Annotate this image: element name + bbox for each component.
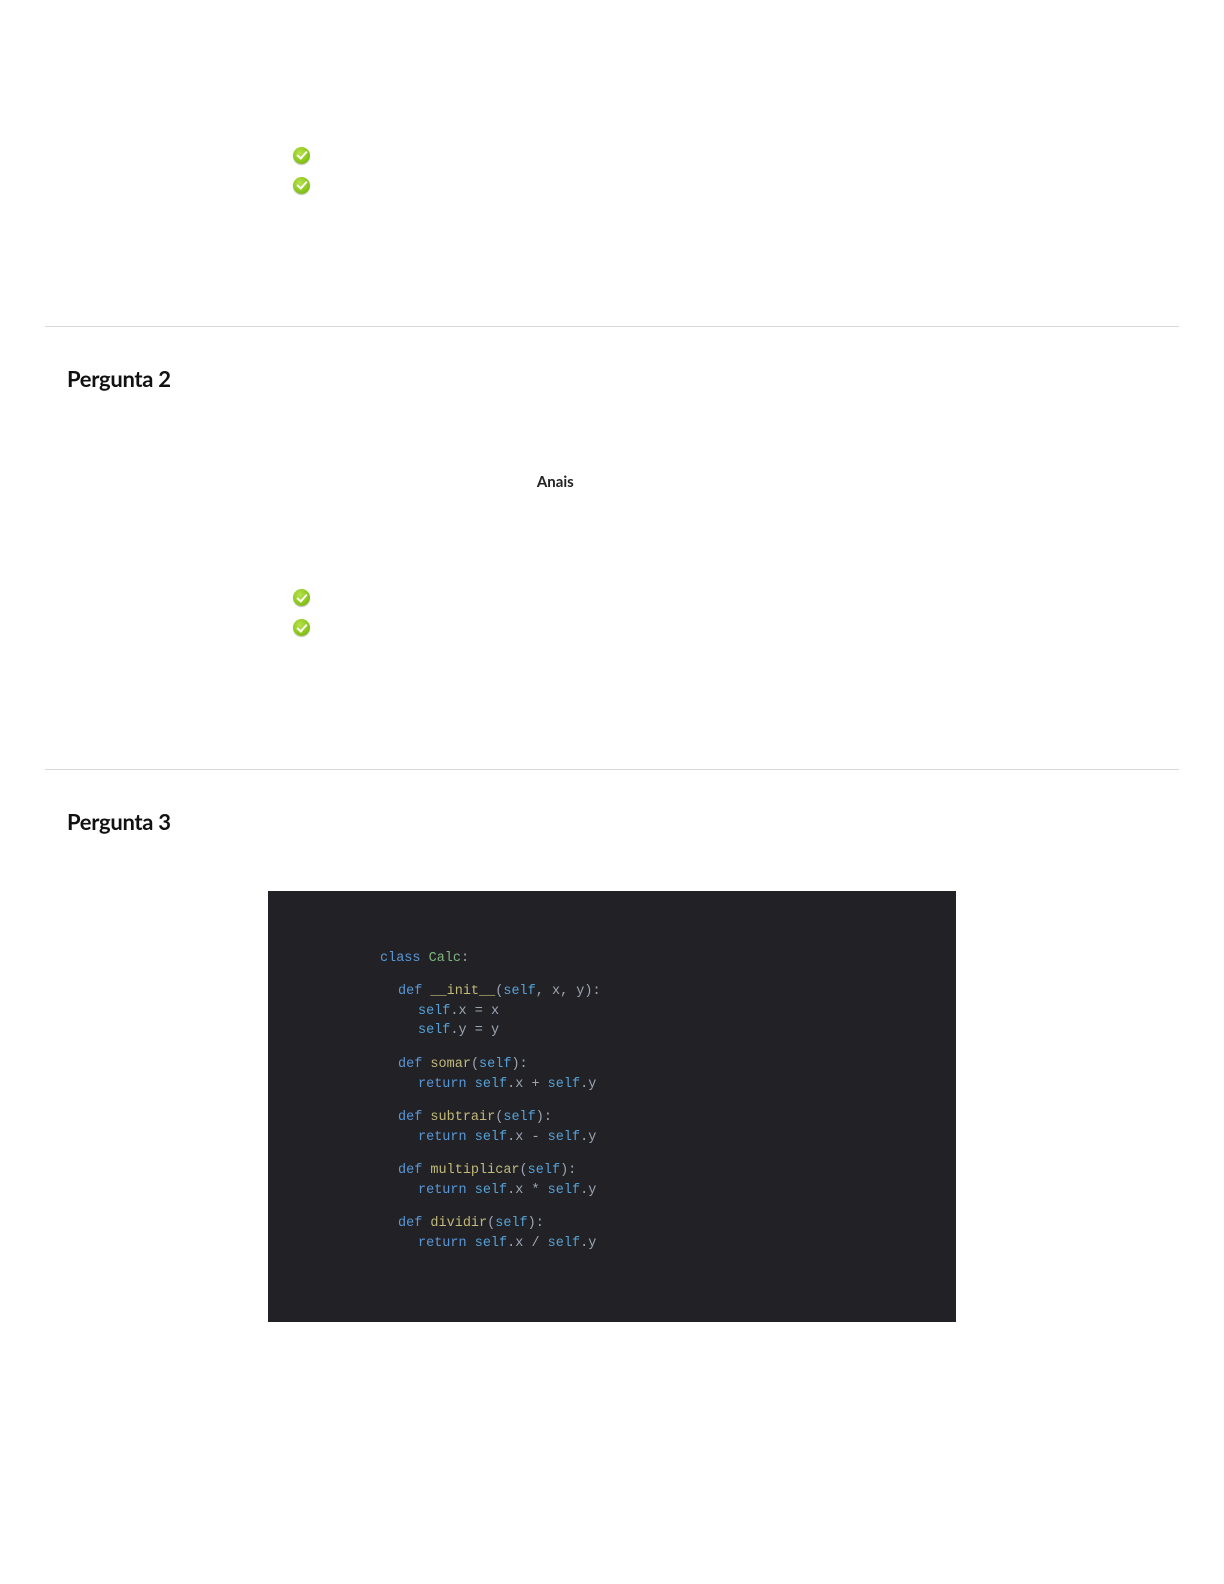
- check-icon: [293, 589, 310, 606]
- question-block-3: Pergunta 3 class Calc: def __init__(self…: [45, 770, 1179, 1362]
- code-kw-def: def: [398, 984, 422, 999]
- check-icon: [293, 619, 310, 636]
- answer-row: [281, 200, 1157, 230]
- question-heading: Pergunta 3: [45, 790, 1179, 843]
- code-fn-init: __init__: [430, 984, 495, 999]
- answer-list-q1: [45, 20, 1179, 240]
- answer-row: [281, 613, 1157, 643]
- code-classname: Calc: [429, 951, 461, 966]
- code-figure: class Calc: def __init__(self, x, y): se…: [268, 891, 956, 1322]
- code-fn-dividir: dividir: [430, 1216, 487, 1231]
- code-kw-class: class: [380, 951, 421, 966]
- ref-proceedings: Anais: [537, 473, 574, 491]
- answer-list-q2: [45, 517, 1179, 683]
- question-block-1-tail: [45, 0, 1179, 326]
- answer-row: [281, 523, 1157, 553]
- question-body-q3: [45, 843, 1179, 863]
- code-fn-subtrair: subtrair: [430, 1110, 495, 1125]
- code-fn-multiplicar: multiplicar: [430, 1163, 519, 1178]
- answer-row: [281, 170, 1157, 200]
- answer-row: [281, 583, 1157, 613]
- code-fn-somar: somar: [430, 1057, 471, 1072]
- question-reference: Anais: [67, 430, 1157, 495]
- answer-row: [281, 140, 1157, 170]
- check-icon: [293, 177, 310, 194]
- question-block-2: Pergunta 2 Anais: [45, 327, 1179, 769]
- answer-row: [281, 643, 1157, 673]
- answer-row: [281, 110, 1157, 140]
- question-body-q2: Anais: [45, 400, 1179, 517]
- check-icon: [293, 147, 310, 164]
- resposta-section-q2: [45, 683, 1179, 719]
- question-heading: Pergunta 2: [45, 347, 1179, 400]
- answer-row: [281, 553, 1157, 583]
- resposta-section-q1: [45, 240, 1179, 276]
- code-self: self: [503, 984, 535, 999]
- answer-row: [281, 80, 1157, 110]
